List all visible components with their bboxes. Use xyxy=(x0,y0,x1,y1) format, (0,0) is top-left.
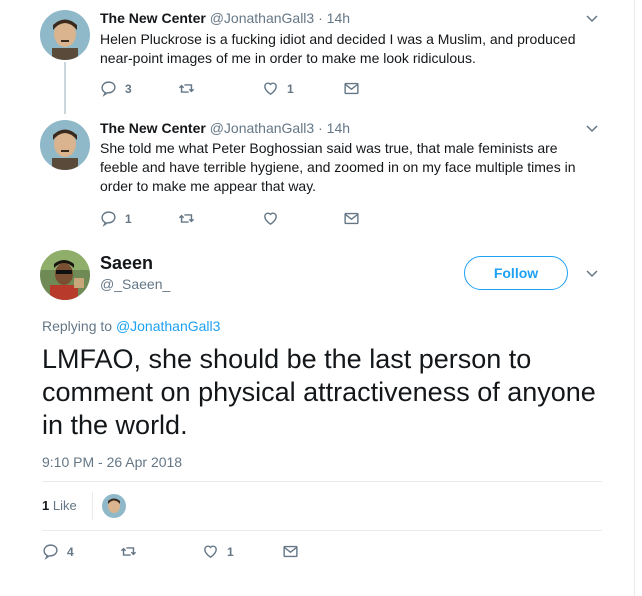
envelope-icon xyxy=(344,212,359,225)
envelope-icon xyxy=(283,545,298,558)
replying-prefix: Replying to xyxy=(42,318,113,334)
retweet-button[interactable] xyxy=(120,543,145,560)
like-count: 1 xyxy=(287,81,294,96)
tweet-header: The New Center @JonathanGall3 · 14h xyxy=(100,10,350,26)
display-name[interactable]: Saeen xyxy=(100,253,153,274)
reply-button[interactable]: 3 xyxy=(100,80,132,97)
likes-stat-label: Like xyxy=(52,498,77,513)
separator-dot: · xyxy=(318,10,323,26)
like-button[interactable]: 1 xyxy=(262,80,294,97)
tweet-actions: 3 1 xyxy=(100,80,500,100)
tweet-actions: 4 1 xyxy=(42,543,442,563)
retweet-button[interactable] xyxy=(178,80,203,97)
like-count: 1 xyxy=(227,544,234,559)
reply-count: 4 xyxy=(67,544,74,559)
user-handle[interactable]: @_Saeen_ xyxy=(100,276,170,292)
tweet-text: Helen Pluckrose is a fucking idiot and d… xyxy=(100,31,576,66)
reply-button[interactable]: 1 xyxy=(100,210,132,227)
retweet-button[interactable] xyxy=(178,210,203,227)
avatar[interactable] xyxy=(40,250,90,300)
user-handle[interactable]: @JonathanGall3 xyxy=(210,120,315,136)
reply-count: 3 xyxy=(125,81,132,96)
likes-stat-count: 1 xyxy=(42,498,50,513)
display-name[interactable]: The New Center xyxy=(100,10,206,26)
reply-count: 1 xyxy=(125,211,132,226)
heart-icon xyxy=(204,545,217,559)
reply-icon xyxy=(101,81,116,97)
retweet-icon xyxy=(178,84,195,93)
avatar[interactable] xyxy=(40,10,90,60)
liker-avatar[interactable] xyxy=(102,494,126,518)
replying-to: Replying to @JonathanGall3 xyxy=(42,318,220,334)
message-button[interactable] xyxy=(343,210,360,227)
follow-button[interactable]: Follow xyxy=(464,256,568,290)
tweet-text: She told me what Peter Boghossian said w… xyxy=(100,140,576,194)
likes-stat[interactable]: 1 Like xyxy=(42,498,77,513)
heart-icon xyxy=(264,82,277,96)
user-handle[interactable]: @JonathanGall3 xyxy=(210,10,315,26)
envelope-icon xyxy=(344,82,359,95)
right-border xyxy=(634,0,635,596)
tweet-timestamp[interactable]: 9:10 PM - 26 Apr 2018 xyxy=(42,454,182,470)
message-button[interactable] xyxy=(282,543,299,560)
tweet-time[interactable]: 14h xyxy=(327,10,350,26)
divider xyxy=(42,481,602,482)
like-button[interactable] xyxy=(262,210,287,227)
display-name[interactable]: The New Center xyxy=(100,120,206,136)
divider xyxy=(42,530,602,531)
chevron-down-icon[interactable] xyxy=(586,267,598,279)
main-tweet-text: LMFAO, she should be the last person to … xyxy=(42,344,596,440)
reply-button[interactable]: 4 xyxy=(42,543,74,560)
tweet-header: The New Center @JonathanGall3 · 14h xyxy=(100,120,350,136)
reply-icon xyxy=(101,211,116,227)
like-button[interactable]: 1 xyxy=(202,543,234,560)
retweet-icon xyxy=(178,214,195,223)
heart-icon xyxy=(264,212,277,226)
replying-handle-link[interactable]: @JonathanGall3 xyxy=(116,318,221,334)
chevron-down-icon[interactable] xyxy=(586,122,598,134)
thread-line xyxy=(64,62,66,114)
tweet-actions: 1 xyxy=(100,210,500,230)
separator-dot: · xyxy=(318,120,323,136)
avatar[interactable] xyxy=(40,120,90,170)
message-button[interactable] xyxy=(343,80,360,97)
retweet-icon xyxy=(120,547,137,556)
chevron-down-icon[interactable] xyxy=(586,12,598,24)
tweet-time[interactable]: 14h xyxy=(327,120,350,136)
reply-icon xyxy=(43,544,58,560)
stat-divider xyxy=(92,492,93,520)
